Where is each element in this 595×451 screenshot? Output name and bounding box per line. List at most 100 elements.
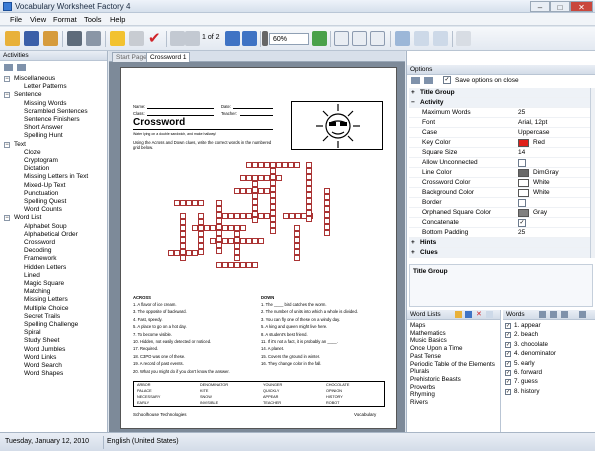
- word-list-new-icon[interactable]: [486, 311, 493, 318]
- next-page-icon[interactable]: [225, 31, 240, 46]
- word-list-item[interactable]: Once Upon a Time: [410, 345, 463, 353]
- tree-item[interactable]: Framework: [24, 255, 57, 263]
- word-item[interactable]: 5. early: [514, 360, 535, 368]
- color-swatch[interactable]: [518, 179, 529, 187]
- tree-group-word-list[interactable]: Word List: [14, 214, 41, 222]
- color-swatch[interactable]: [518, 209, 529, 217]
- expand-icon[interactable]: +: [411, 88, 415, 98]
- word-list-folder-icon[interactable]: [455, 311, 462, 318]
- menu-tools[interactable]: Tools: [84, 15, 102, 24]
- tree-group-miscellaneous[interactable]: Miscellaneous: [14, 75, 55, 83]
- menu-format[interactable]: Format: [53, 15, 77, 24]
- maximize-button[interactable]: □: [550, 1, 570, 12]
- tree-item[interactable]: Scrambled Sentences: [24, 108, 88, 116]
- word-list-item[interactable]: Proverbs: [410, 384, 435, 392]
- option-row[interactable]: Border: [409, 198, 591, 208]
- tree-item[interactable]: Letter Patterns: [24, 83, 67, 91]
- save-icon[interactable]: [24, 31, 39, 46]
- option-row[interactable]: Font Arial, 12pt: [409, 118, 591, 128]
- option-row[interactable]: − Activity: [409, 98, 591, 108]
- tab-start-page[interactable]: Start Page: [112, 52, 151, 62]
- word-item[interactable]: 2. beach: [514, 331, 538, 339]
- word-checkbox[interactable]: ✓: [505, 370, 511, 376]
- menu-file[interactable]: File: [10, 15, 22, 24]
- option-row[interactable]: Orphaned Square Color Gray: [409, 208, 591, 218]
- tree-toggle-icon[interactable]: −: [4, 141, 10, 148]
- menu-help[interactable]: Help: [110, 15, 125, 24]
- tree-item[interactable]: Lined: [24, 272, 40, 280]
- word-checkbox[interactable]: ✓: [505, 341, 511, 348]
- option-value[interactable]: 14: [518, 148, 525, 158]
- option-row[interactable]: Maximum Words 25: [409, 108, 591, 118]
- print-icon[interactable]: [67, 31, 82, 46]
- clear-icon[interactable]: [129, 31, 144, 46]
- word-checkbox[interactable]: ✓: [505, 332, 511, 339]
- tree-item[interactable]: Word Links: [24, 354, 56, 362]
- tree-group-sentence[interactable]: Sentence: [14, 91, 41, 99]
- option-value[interactable]: Arial, 12pt: [518, 118, 547, 128]
- words-sort-icon[interactable]: [561, 311, 568, 318]
- option-row[interactable]: + Clues: [409, 248, 591, 258]
- page-text-icon[interactable]: [352, 31, 367, 46]
- words-uncheck-icon[interactable]: [550, 311, 557, 318]
- open-folder-icon[interactable]: [5, 31, 20, 46]
- tree-item[interactable]: Spelling Quest: [24, 198, 66, 206]
- color-swatch[interactable]: [518, 139, 529, 147]
- tree-item[interactable]: Spelling Hunt: [24, 132, 63, 140]
- expand-icon[interactable]: −: [411, 98, 415, 108]
- color-swatch[interactable]: [518, 169, 529, 177]
- tree-item[interactable]: Alphabet Soup: [24, 223, 67, 231]
- option-value[interactable]: Gray: [533, 208, 547, 218]
- zoom-in-icon[interactable]: [312, 31, 327, 46]
- word-list-item[interactable]: Rhyming: [410, 391, 435, 399]
- tree-item[interactable]: Magic Square: [24, 280, 64, 288]
- page-lines-icon[interactable]: [370, 31, 385, 46]
- word-list-item[interactable]: Maps: [410, 322, 425, 330]
- option-row[interactable]: Case Uppercase: [409, 128, 591, 138]
- option-row[interactable]: + Title Group: [409, 88, 591, 98]
- option-row[interactable]: Line Color DimGray: [409, 168, 591, 178]
- options-scrollbar[interactable]: [590, 88, 595, 258]
- brush-icon[interactable]: [43, 31, 58, 46]
- collapse-all-icon[interactable]: [17, 64, 26, 71]
- tree-group-text[interactable]: Text: [14, 141, 26, 149]
- tree-toggle-icon[interactable]: −: [4, 92, 10, 99]
- tree-item[interactable]: Missing Letters: [24, 296, 68, 304]
- last-page-icon[interactable]: [242, 31, 257, 46]
- option-checkbox[interactable]: [518, 159, 526, 167]
- option-row[interactable]: Square Size 14: [409, 148, 591, 158]
- option-value[interactable]: DimGray: [533, 168, 559, 178]
- previous-page-icon[interactable]: [185, 31, 200, 46]
- tree-item[interactable]: Short Answer: [24, 124, 63, 132]
- edit-icon[interactable]: [456, 31, 471, 46]
- tree-item[interactable]: Word Jumbles: [24, 346, 65, 354]
- word-item[interactable]: 1. appear: [514, 322, 541, 330]
- option-row[interactable]: Crossword Color White: [409, 178, 591, 188]
- tree-item[interactable]: Sentence Finishers: [24, 116, 80, 124]
- tree-item[interactable]: Spiral: [24, 329, 41, 337]
- word-list-item[interactable]: Prehistoric Beasts: [410, 376, 461, 384]
- first-page-icon[interactable]: [170, 31, 185, 46]
- word-item[interactable]: 7. guess: [514, 378, 538, 386]
- tree-item[interactable]: Punctuation: [24, 190, 58, 198]
- word-checkbox[interactable]: ✓: [505, 323, 511, 329]
- color-swatch[interactable]: [518, 189, 529, 197]
- tree-item[interactable]: Missing Words: [24, 100, 67, 108]
- option-row[interactable]: + Hints: [409, 238, 591, 248]
- check-icon[interactable]: ✔: [148, 31, 163, 46]
- option-row[interactable]: Allow Unconnected: [409, 158, 591, 168]
- tree-toggle-icon[interactable]: −: [4, 76, 10, 82]
- option-value[interactable]: Red: [533, 138, 545, 148]
- zoom-select[interactable]: 60%: [269, 33, 309, 45]
- tree-item[interactable]: Word Counts: [24, 206, 62, 214]
- tree-item[interactable]: Crossword: [24, 239, 55, 247]
- tab-crossword-1[interactable]: Crossword 1: [146, 52, 191, 62]
- option-value[interactable]: White: [533, 178, 550, 188]
- word-checkbox[interactable]: ✓: [505, 388, 511, 395]
- image-icon[interactable]: [395, 31, 410, 46]
- words-check-icon[interactable]: [539, 311, 546, 318]
- tree-item[interactable]: Word Shapes: [24, 370, 63, 378]
- save-options-checkbox[interactable]: ✓: [443, 76, 451, 84]
- word-list-item[interactable]: Plurals: [410, 368, 429, 376]
- option-checkbox[interactable]: [518, 199, 526, 207]
